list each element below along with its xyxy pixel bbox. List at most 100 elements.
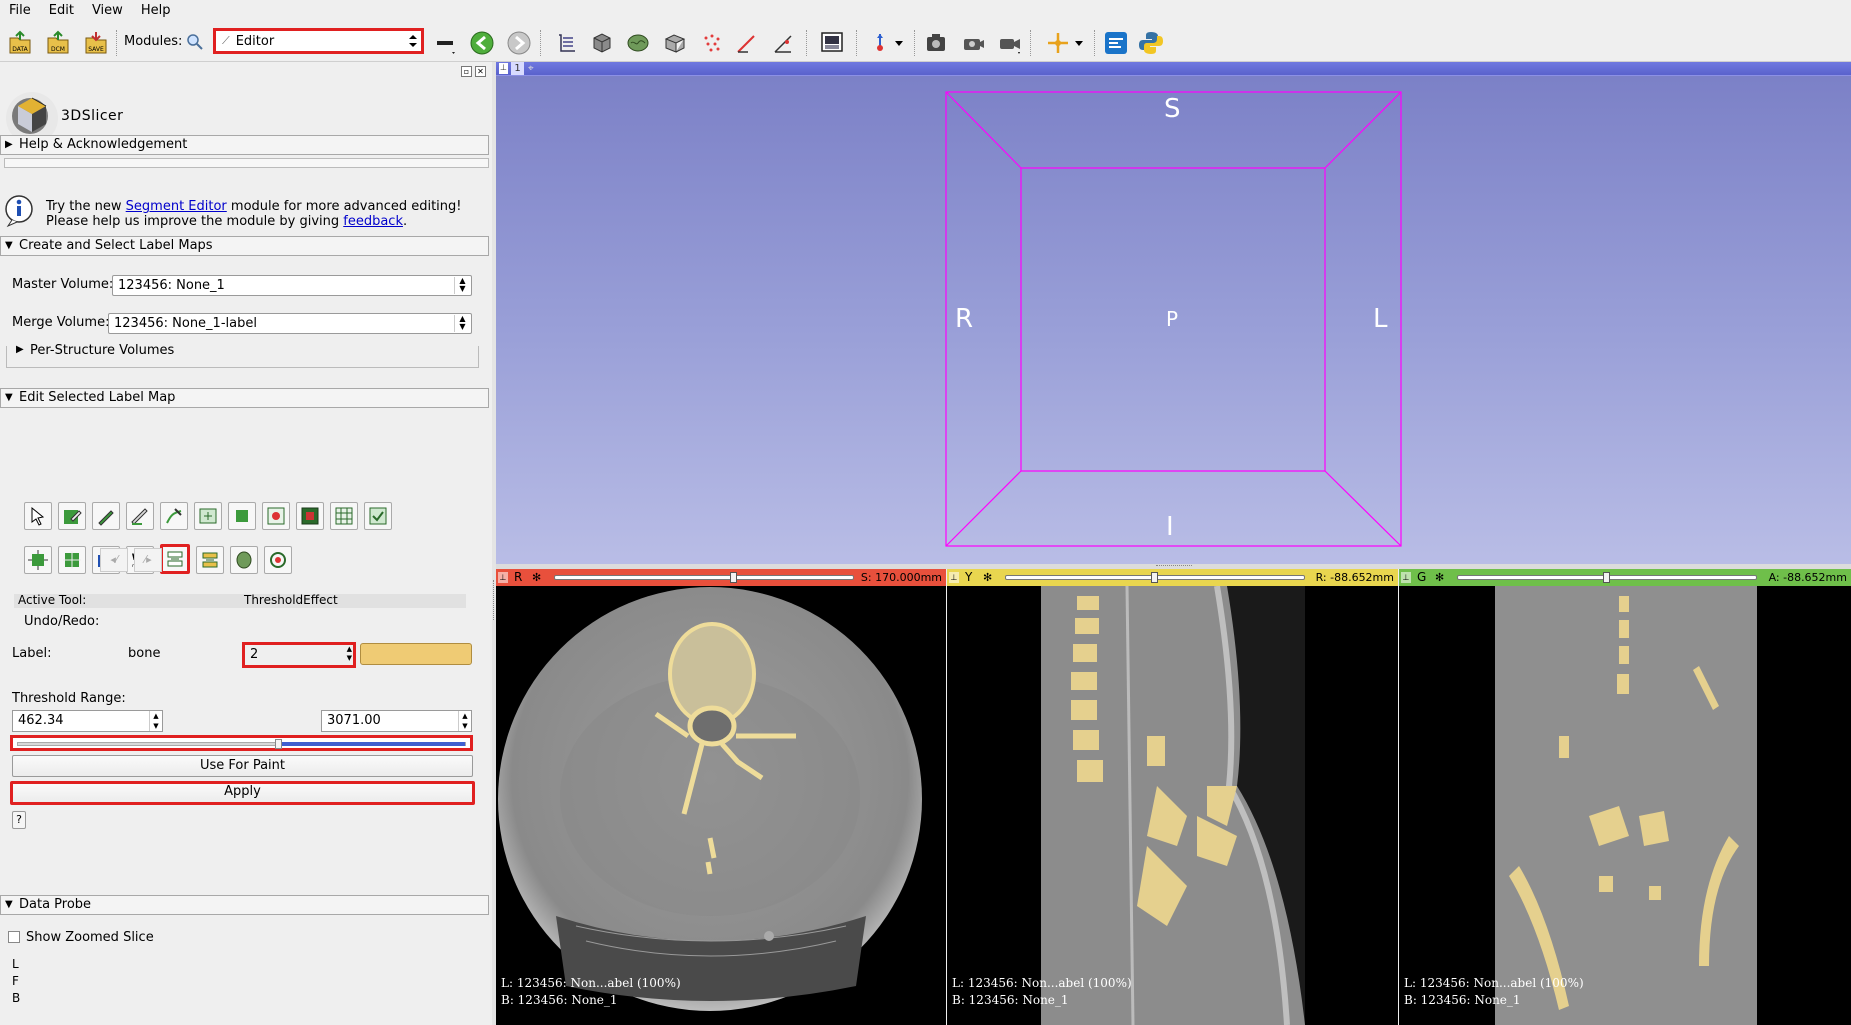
change-label-tool-button[interactable] <box>58 502 86 530</box>
load-data-button[interactable]: DATA <box>6 29 34 57</box>
link-icon[interactable]: ✻ <box>983 571 992 584</box>
link-icon[interactable]: ✻ <box>532 571 541 584</box>
fast-marching-tool-button[interactable] <box>230 546 258 574</box>
merge-volume-selector[interactable]: 123456: None_1-label ▲ ▼ <box>108 313 472 334</box>
feedback-notice: Please help us improve the module by giv… <box>46 214 407 229</box>
extension-manager-button[interactable] <box>1102 29 1130 57</box>
slice-offset-slider[interactable] <box>1457 572 1757 583</box>
back-button[interactable] <box>468 29 496 57</box>
scene-view-button[interactable] <box>959 29 987 57</box>
redo-button[interactable]: ⁄▸ <box>134 548 162 572</box>
module-selector[interactable]: ⟋ Editor <box>213 28 424 54</box>
feedback-link[interactable]: feedback <box>343 214 403 229</box>
orientation-r: R <box>955 304 974 334</box>
mouse-mode-dropdown[interactable] <box>892 29 906 57</box>
volumes-module-button[interactable] <box>624 29 652 57</box>
help-acknowledgement-section[interactable]: ▶ Help & Acknowledgement <box>0 135 489 155</box>
pin-icon[interactable]: ⊥ <box>1401 572 1411 583</box>
axial-ct-image <box>498 587 922 1011</box>
link-icon[interactable]: ✻ <box>1435 571 1444 584</box>
module-history-button[interactable] <box>432 29 460 57</box>
threshold-max-value: 3071.00 <box>327 713 381 728</box>
section-title: Create and Select Label Maps <box>19 238 213 253</box>
save-island-tool-button[interactable] <box>330 502 358 530</box>
red-slice-controller: ⊥ R ✻ S: 170.000mm <box>496 569 946 586</box>
mouse-mode-button[interactable] <box>866 29 894 57</box>
menu-view[interactable]: View <box>83 0 132 22</box>
slice-offset-slider[interactable] <box>554 572 854 583</box>
per-structure-volumes-toggle[interactable]: Per-Structure Volumes <box>30 343 174 358</box>
default-tool-button[interactable] <box>24 502 52 530</box>
draw-tool-button[interactable] <box>126 502 154 530</box>
record-button[interactable] <box>996 29 1024 57</box>
remove-islands-tool-button[interactable] <box>296 502 324 530</box>
slider-handle[interactable] <box>729 572 737 583</box>
float-panel-button[interactable]: ▫ <box>461 66 472 77</box>
save-button[interactable]: SAVE <box>82 29 110 57</box>
erode-tool-button[interactable] <box>58 546 86 574</box>
menu-file[interactable]: File <box>0 0 40 22</box>
data-probe-section[interactable]: ▼ Data Probe <box>0 895 489 915</box>
markups-module-button[interactable] <box>733 29 761 57</box>
probe-b-label: B <box>12 991 21 1005</box>
yellow-slice-view[interactable]: ⊥ Y ✻ R: -88.652mm L: 123456: Non...abel… <box>947 569 1398 1025</box>
help-button[interactable]: ? <box>12 811 26 829</box>
create-select-label-maps-section[interactable]: ▼ Create and Select Label Maps <box>0 236 489 256</box>
splitter-grip <box>1156 565 1192 567</box>
slider-handle[interactable] <box>1151 572 1158 583</box>
show-zoomed-slice-checkbox[interactable] <box>8 931 20 943</box>
segment-editor-link[interactable]: Segment Editor <box>126 199 227 214</box>
crosshair-button[interactable] <box>1044 29 1072 57</box>
module-search-icon[interactable] <box>186 33 204 55</box>
dicom-button[interactable]: DCM <box>44 29 72 57</box>
make-model-tool-button[interactable] <box>196 546 224 574</box>
threshold-min-spinbox[interactable]: 462.34 ▲ ▼ <box>12 710 163 732</box>
apply-button[interactable]: Apply <box>10 781 475 805</box>
angle-module-button[interactable] <box>770 29 798 57</box>
screenshot-button[interactable] <box>922 29 950 57</box>
pin-icon[interactable]: ⊥ <box>949 572 959 583</box>
main-toolbar: DATA DCM SAVE Modules: ⟋ Editor <box>0 22 1851 62</box>
threshold-range-slider[interactable] <box>10 735 473 751</box>
erode-label-tool-button[interactable] <box>364 502 392 530</box>
green-slice-view[interactable]: ⊥ G ✻ A: -88.652mm L: 123456: Non...abel… <box>1399 569 1851 1025</box>
threshold-max-spinbox[interactable]: 3071.00 ▲ ▼ <box>321 710 472 732</box>
dilate-label-tool-button[interactable] <box>24 546 52 574</box>
red-slice-view[interactable]: ⊥ R ✻ S: 170.000mm L: 123456: Non...abel… <box>496 569 946 1025</box>
slice-background-info: B: 123456: None_1 <box>952 993 1069 1007</box>
label-value-spinbox[interactable]: 2 ▲ ▼ <box>242 642 356 668</box>
layout-button[interactable] <box>818 29 846 57</box>
range-min-handle[interactable] <box>275 739 283 749</box>
transforms-module-button[interactable] <box>698 29 726 57</box>
slice-letter: R <box>514 570 523 584</box>
identify-islands-tool-button[interactable] <box>228 502 256 530</box>
forward-button[interactable] <box>505 29 533 57</box>
rectangle-tool-button[interactable] <box>194 502 222 530</box>
slider-handle[interactable] <box>1603 572 1610 583</box>
3d-view[interactable]: ⊥ 1 ⌖ S I R L P <box>496 62 1851 564</box>
data-module-button[interactable] <box>588 29 616 57</box>
menu-edit[interactable]: Edit <box>40 0 83 22</box>
paint-tool-button[interactable] <box>92 502 120 530</box>
pin-icon[interactable]: ⊥ <box>498 572 508 583</box>
edit-selected-label-map-section[interactable]: ▼ Edit Selected Label Map <box>0 388 489 408</box>
models-module-button[interactable] <box>661 29 689 57</box>
slice-offset: A: -88.652mm <box>1768 571 1847 584</box>
menu-help[interactable]: Help <box>132 0 180 22</box>
label-color-swatch[interactable] <box>360 643 472 665</box>
svg-text:SAVE: SAVE <box>88 46 104 53</box>
crosshair-dropdown[interactable] <box>1072 29 1086 57</box>
level-tracing-tool-button[interactable] <box>160 502 188 530</box>
change-island-tool-button[interactable] <box>262 502 290 530</box>
brain-icon <box>236 551 252 569</box>
master-volume-selector[interactable]: 123456: None_1 ▲ ▼ <box>112 275 472 296</box>
redo-icon: ⁄▸ <box>144 553 152 566</box>
close-panel-button[interactable]: ✕ <box>475 66 486 77</box>
use-for-paint-button[interactable]: Use For Paint <box>12 755 473 777</box>
welcome-module-button[interactable] <box>553 29 581 57</box>
undo-button[interactable]: ◂⁄ <box>100 548 128 572</box>
python-console-button[interactable] <box>1137 29 1165 57</box>
wand-tool-button[interactable] <box>264 546 292 574</box>
threshold-tool-button[interactable] <box>160 544 190 574</box>
slice-offset-slider[interactable] <box>1005 572 1305 583</box>
